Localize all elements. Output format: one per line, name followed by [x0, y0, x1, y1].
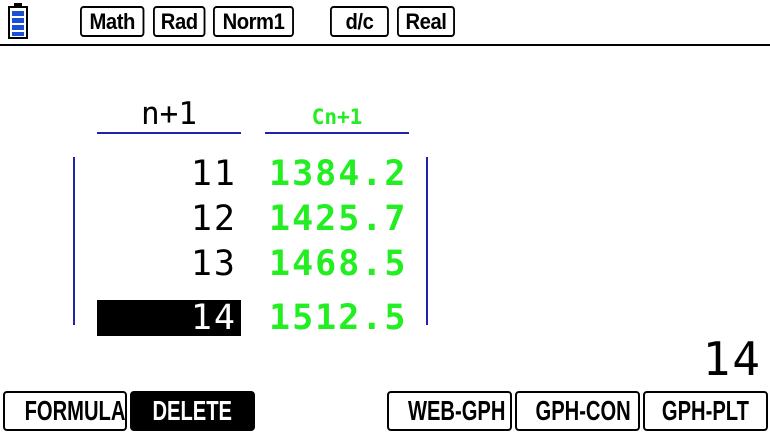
table-row[interactable]: 14 1512.5: [97, 300, 417, 336]
gph-con-button[interactable]: GPH-CON: [515, 391, 640, 431]
table-row[interactable]: 11 1384.2: [97, 156, 417, 192]
mode-display: Norm1: [213, 6, 294, 37]
web-gph-button[interactable]: WEB-GPH: [387, 391, 512, 431]
column-header-c: Cn+1: [265, 96, 409, 136]
c-cell[interactable]: 1425.7: [267, 201, 413, 237]
c-cell[interactable]: 1512.5: [267, 300, 413, 336]
column-header-n-label: n+1: [141, 96, 197, 132]
mode-complex: Real: [397, 6, 455, 37]
table-row[interactable]: 12 1425.7: [97, 201, 417, 237]
n-cell[interactable]: 12: [97, 201, 241, 237]
column-underline: [97, 132, 241, 134]
column-header-n: n+1: [97, 96, 241, 136]
battery-icon: [8, 3, 28, 39]
n-cell[interactable]: 13: [97, 246, 241, 282]
gph-plt-button[interactable]: GPH-PLT: [643, 391, 768, 431]
column-underline: [265, 132, 409, 134]
delete-button[interactable]: DELETE: [130, 391, 255, 431]
entry-line[interactable]: 14: [703, 334, 762, 384]
status-divider: [0, 44, 770, 46]
table-row[interactable]: 13 1468.5: [97, 246, 417, 282]
n-cell-selected[interactable]: 14: [97, 300, 241, 336]
table-right-border: [426, 157, 428, 325]
status-bar: Math Rad Norm1 d/c Real: [0, 0, 770, 46]
mode-math: Math: [80, 6, 145, 37]
c-cell[interactable]: 1384.2: [267, 156, 413, 192]
mode-fraction: d/c: [330, 6, 389, 37]
n-cell[interactable]: 11: [97, 156, 241, 192]
table-left-border: [73, 157, 75, 325]
formula-button[interactable]: FORMULA: [3, 391, 127, 431]
mode-angle: Rad: [153, 6, 206, 37]
column-header-c-label: Cn+1: [311, 105, 363, 129]
c-cell[interactable]: 1468.5: [267, 246, 413, 282]
